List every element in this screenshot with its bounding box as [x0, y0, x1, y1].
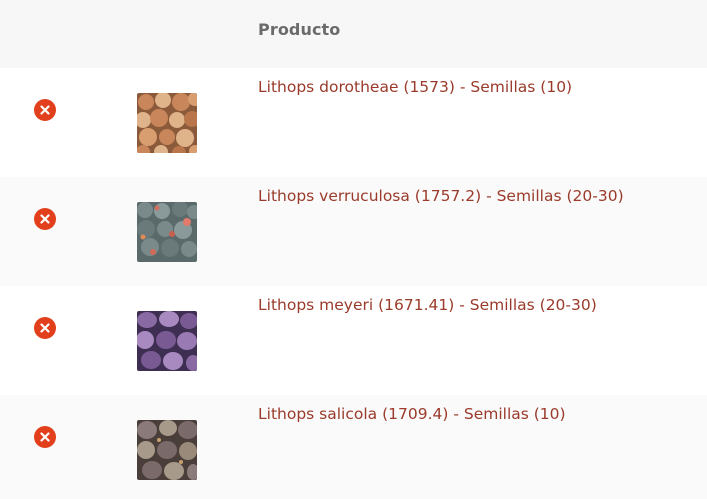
table-row: Lithops salicola (1709.4) - Semillas (10… — [0, 395, 707, 499]
product-thumbnail[interactable] — [137, 202, 197, 262]
table-row: Lithops meyeri (1671.41) - Semillas (20-… — [0, 286, 707, 395]
remove-item-button[interactable] — [34, 99, 56, 121]
cart-table: Producto Lithops dorotheae (1573) - Semi… — [0, 0, 707, 499]
remove-x-circle-icon — [40, 105, 50, 115]
table-row: Lithops dorotheae (1573) - Semillas (10) — [0, 68, 707, 177]
remove-item-button[interactable] — [34, 208, 56, 230]
product-name-link[interactable]: Lithops meyeri (1671.41) - Semillas (20-… — [258, 296, 597, 314]
table-header: Producto — [0, 0, 707, 68]
product-thumbnail[interactable] — [137, 93, 197, 153]
product-thumbnail[interactable] — [137, 311, 197, 371]
remove-item-button[interactable] — [34, 426, 56, 448]
remove-x-circle-icon — [40, 432, 50, 442]
table-row: Lithops verruculosa (1757.2) - Semillas … — [0, 177, 707, 286]
product-thumbnail[interactable] — [137, 420, 197, 480]
product-column-header: Producto — [258, 20, 341, 39]
remove-x-circle-icon — [40, 323, 50, 333]
product-name-link[interactable]: Lithops salicola (1709.4) - Semillas (10… — [258, 405, 566, 423]
product-name-link[interactable]: Lithops dorotheae (1573) - Semillas (10) — [258, 78, 572, 96]
remove-item-button[interactable] — [34, 317, 56, 339]
remove-x-circle-icon — [40, 214, 50, 224]
product-name-link[interactable]: Lithops verruculosa (1757.2) - Semillas … — [258, 187, 624, 205]
